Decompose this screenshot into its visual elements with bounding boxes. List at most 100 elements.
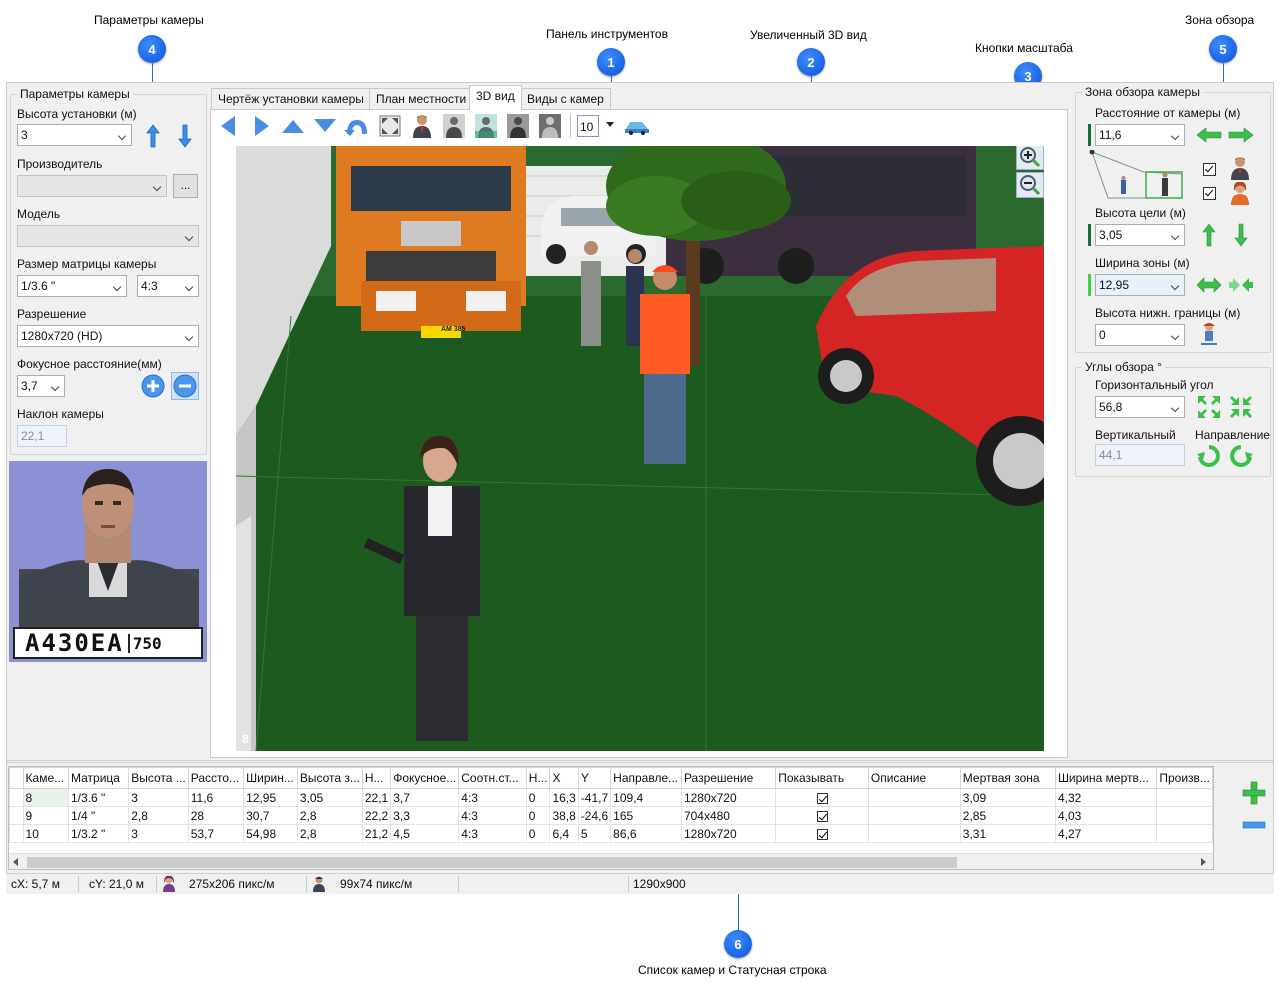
table-cell[interactable]: 109,4 [610, 788, 682, 807]
scroll-left-arrow-icon[interactable] [13, 858, 18, 866]
manufacturer-browse-button[interactable]: ... [173, 174, 198, 198]
pan-left-button[interactable] [217, 114, 239, 138]
pan-down-button[interactable] [311, 114, 339, 138]
table-cell[interactable]: 2,85 [959, 806, 1056, 825]
column-header[interactable]: Ширина мертв... [1054, 767, 1158, 789]
table-cell[interactable]: 4,5 [390, 824, 460, 843]
tab-terrain-plan[interactable]: План местности [369, 88, 474, 109]
rotate-left-button[interactable] [1196, 443, 1222, 469]
horizontal-angle-combo[interactable]: 56,8 [1095, 396, 1185, 418]
table-cell[interactable]: 2,8 [296, 824, 363, 843]
height-up-button[interactable] [143, 124, 163, 148]
tab-3d-view[interactable]: 3D вид [469, 85, 522, 110]
table-cell[interactable]: 165 [610, 806, 682, 825]
table-cell[interactable]: 0 [525, 824, 551, 843]
table-cell[interactable]: 53,7 [187, 824, 245, 843]
column-header[interactable]: Н... [525, 767, 551, 789]
table-cell[interactable]: 22,1 [361, 788, 392, 807]
show-man-checkbox[interactable] [1203, 163, 1216, 176]
table-cell[interactable]: 12,95 [243, 788, 298, 807]
lower-bound-combo[interactable]: 0 [1095, 324, 1185, 346]
face-view-button-4[interactable] [537, 113, 563, 139]
scroll-right-arrow-icon[interactable] [1201, 858, 1206, 866]
column-header[interactable]: X [549, 767, 579, 789]
height-down-button[interactable] [175, 124, 195, 148]
pan-up-button[interactable] [279, 114, 307, 138]
zone-width-expand-button[interactable] [1196, 275, 1222, 295]
resolution-combo[interactable]: 1280x720 (HD) [17, 325, 199, 347]
aspect-combo[interactable]: 4:3 [137, 275, 199, 297]
tilt-field[interactable]: 22,1 [17, 425, 67, 447]
table-cell[interactable]: 1/4 " [67, 806, 130, 825]
column-header[interactable]: Описание [867, 767, 961, 789]
table-cell[interactable]: -24,6 [577, 806, 612, 825]
zone-width-shrink-button[interactable] [1228, 275, 1254, 295]
column-header[interactable]: Мертвая зона [959, 767, 1056, 789]
rotate-view-button[interactable] [343, 114, 371, 138]
table-cell[interactable]: 21,2 [361, 824, 392, 843]
show-woman-checkbox[interactable] [1203, 187, 1216, 200]
table-cell[interactable]: 1/3.2 " [67, 824, 130, 843]
table-cell[interactable]: 3,7 [390, 788, 460, 807]
distance-combo[interactable]: 11,6 [1095, 124, 1185, 146]
target-height-combo[interactable]: 3,05 [1095, 224, 1185, 246]
focal-decrease-button[interactable] [171, 372, 199, 400]
column-header[interactable]: Произв... [1156, 767, 1213, 789]
zone-width-combo[interactable]: 12,95 [1095, 274, 1185, 296]
table-cell[interactable]: 5 [577, 824, 612, 843]
sensor-combo[interactable]: 1/3.6 " [17, 275, 127, 297]
table-cell[interactable]: 0 [525, 806, 551, 825]
table-cell[interactable]: 4:3 [458, 788, 527, 807]
grid-vertical-scrollbar[interactable] [1213, 767, 1214, 853]
face-view-button-1[interactable] [441, 113, 467, 139]
table-cell[interactable]: 54,98 [243, 824, 298, 843]
table-cell[interactable]: 16,3 [549, 788, 579, 807]
target-height-up-button[interactable] [1199, 222, 1219, 248]
table-row[interactable]: 10 1/3.2 " 3 53,7 54,98 2,8 21,2 4,5 4:3 0 6,4 5 86,… [9, 824, 1213, 843]
table-cell[interactable]: 22,2 [361, 806, 392, 825]
panel-splitter[interactable] [6, 760, 1274, 763]
vertical-angle-field[interactable]: 44,1 [1095, 444, 1185, 466]
table-cell[interactable]: 9 [22, 806, 69, 825]
remove-camera-button[interactable] [1240, 814, 1268, 836]
camera-list-grid[interactable]: Каме... Матрица Высота ... Рассто... Ширин..… [8, 766, 1214, 870]
pan-right-button[interactable] [251, 114, 273, 138]
show-checkbox-cell[interactable] [775, 788, 869, 807]
angle-expand-button[interactable] [1196, 394, 1222, 420]
zoom-level-dropdown[interactable] [606, 122, 614, 127]
column-header[interactable]: Н... [361, 767, 392, 789]
column-header[interactable]: Каме... [22, 767, 69, 789]
distance-decrease-button[interactable] [1196, 125, 1222, 145]
table-cell[interactable]: 3,09 [959, 788, 1056, 807]
column-header[interactable]: Матрица [67, 767, 130, 789]
row-indicator[interactable] [9, 806, 24, 825]
table-cell[interactable] [1156, 824, 1213, 843]
table-cell[interactable]: 28 [187, 806, 245, 825]
show-checkbox[interactable] [816, 792, 828, 804]
table-cell[interactable] [867, 788, 961, 807]
column-header[interactable]: Фокусное... [390, 767, 460, 789]
show-checkbox[interactable] [816, 810, 828, 822]
face-view-button-3[interactable] [505, 113, 531, 139]
table-cell[interactable]: 1280x720 [680, 824, 777, 843]
table-cell[interactable]: 3,05 [296, 788, 363, 807]
table-cell[interactable] [1156, 788, 1213, 807]
person-view-button[interactable] [409, 113, 435, 139]
table-row[interactable]: 9 1/4 " 2,8 28 30,7 2,8 22,2 3,3 4:3 0 38,8 -24,6 16… [9, 806, 1213, 825]
table-cell[interactable]: 3 [128, 788, 189, 807]
model-combo[interactable] [17, 225, 199, 247]
angle-shrink-button[interactable] [1228, 394, 1254, 420]
column-header[interactable]: Высота ... [128, 767, 189, 789]
table-cell[interactable]: 3,31 [959, 824, 1056, 843]
show-checkbox[interactable] [816, 828, 828, 840]
table-cell[interactable]: 86,6 [610, 824, 682, 843]
manufacturer-combo[interactable] [17, 175, 167, 197]
column-header[interactable]: Направле... [610, 767, 682, 789]
table-cell[interactable]: 1280x720 [680, 788, 777, 807]
lower-bound-figure-button[interactable] [1199, 321, 1219, 349]
column-header[interactable]: Показывать [775, 767, 869, 789]
grid-scroll-thumb[interactable] [27, 857, 957, 868]
rotate-right-button[interactable] [1228, 443, 1254, 469]
table-cell[interactable]: 4:3 [458, 824, 527, 843]
table-cell[interactable]: 4:3 [458, 806, 527, 825]
